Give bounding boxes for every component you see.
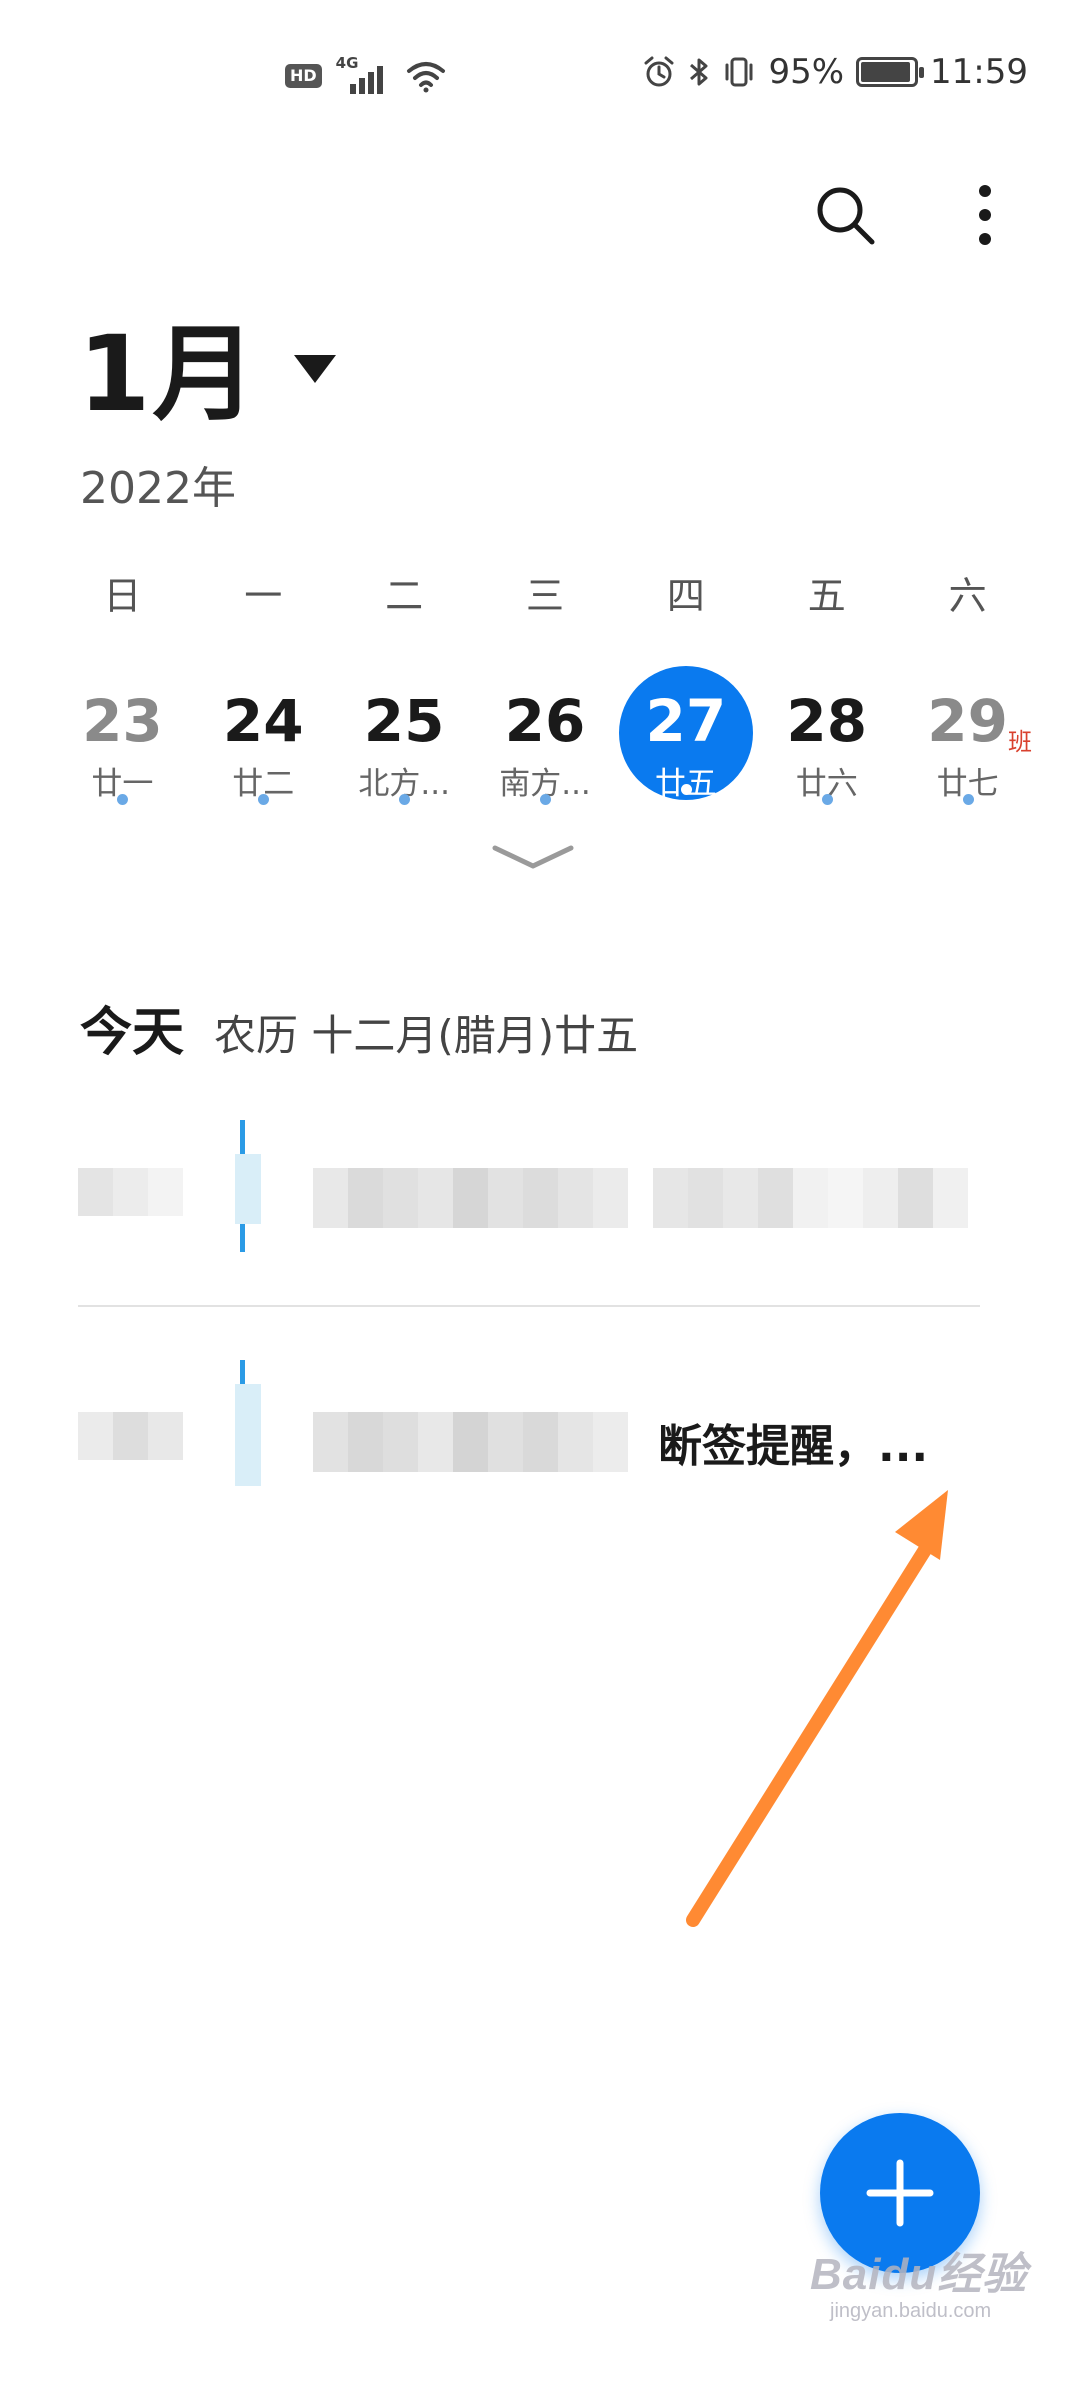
watermark-sub: jingyan.baidu.com: [830, 2300, 992, 2322]
watermark-logo: Baidu经验 jingyan.baidu.com: [810, 2238, 1027, 2323]
annotation-arrow-icon: [686, 1490, 948, 1927]
watermark-main: Baidu经验: [810, 2250, 1028, 2299]
plus-icon: [866, 2159, 934, 2227]
